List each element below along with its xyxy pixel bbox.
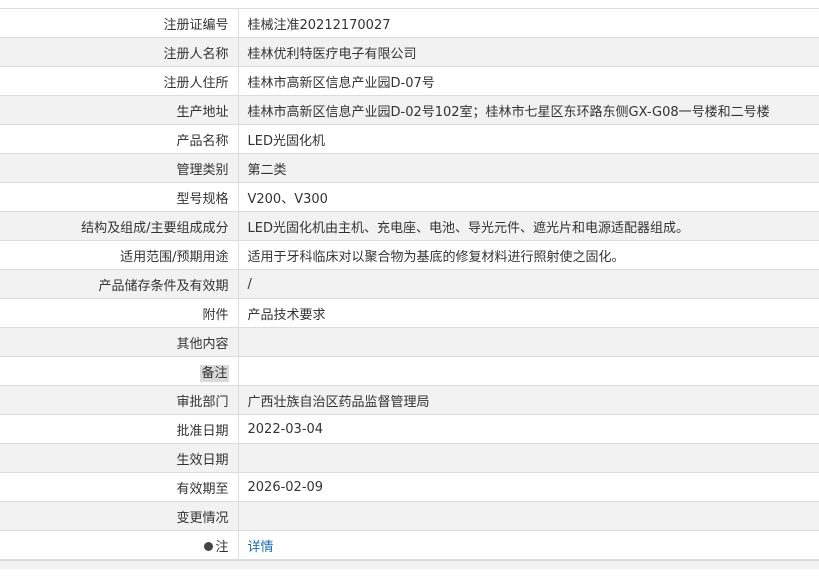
row-value: LED光固化机 (238, 124, 819, 154)
table-row: 适用范围/预期用途 适用于牙科临床对以聚合物为基底的修复材料进行照射使之固化。 (0, 240, 819, 270)
remark-label-highlight: 备注 (200, 364, 229, 382)
row-label: 注册人住所 (0, 66, 239, 96)
row-label: 批准日期 (0, 414, 239, 444)
table-row: 备注 (0, 356, 819, 386)
table-row: 变更情况 (0, 501, 819, 531)
row-value: 产品技术要求 (238, 298, 819, 328)
table-row: 审批部门 广西壮族自治区药品监督管理局 (0, 385, 819, 415)
row-label: 管理类别 (0, 153, 239, 183)
table-row: 产品名称 LED光固化机 (0, 124, 819, 154)
lightbulb-icon (204, 541, 214, 551)
table-row: 结构及组成/主要组成成分 LED光固化机由主机、充电座、电池、导光元件、遮光片和… (0, 211, 819, 241)
row-value: 适用于牙科临床对以聚合物为基底的修复材料进行照射使之固化。 (238, 240, 819, 270)
table-row: 注册人住所 桂林市高新区信息产业园D-07号 (0, 66, 819, 96)
row-label: 变更情况 (0, 501, 239, 531)
table-top-border (0, 0, 819, 9)
table-row: 批准日期 2022-03-04 (0, 414, 819, 444)
note-label-cell: 注 (0, 530, 239, 560)
row-value (238, 501, 819, 531)
table-row: 型号规格 V200、V300 (0, 182, 819, 212)
row-value: 桂林市高新区信息产业园D-02号102室；桂林市七星区东环路东侧GX-G08一号… (238, 95, 819, 125)
registration-detail-table: 注册证编号 桂械注准20212170027 注册人名称 桂林优利特医疗电子有限公… (0, 9, 819, 560)
row-value: 第二类 (238, 153, 819, 183)
row-label: 备注 (0, 356, 239, 386)
row-label: 生效日期 (0, 443, 239, 473)
table-row: 注册人名称 桂林优利特医疗电子有限公司 (0, 37, 819, 67)
row-value: V200、V300 (238, 182, 819, 212)
row-value: LED光固化机由主机、充电座、电池、导光元件、遮光片和电源适配器组成。 (238, 211, 819, 241)
row-label: 结构及组成/主要组成成分 (0, 211, 239, 241)
table-row: 生产地址 桂林市高新区信息产业园D-02号102室；桂林市七星区东环路东侧GX-… (0, 95, 819, 125)
table-row: 注册证编号 桂械注准20212170027 (0, 9, 819, 38)
row-value: / (238, 269, 819, 299)
table-row: 生效日期 (0, 443, 819, 473)
row-value: 2026-02-09 (238, 472, 819, 502)
row-label: 其他内容 (0, 327, 239, 357)
row-value (238, 327, 819, 357)
row-label: 注册人名称 (0, 37, 239, 67)
row-label: 产品储存条件及有效期 (0, 269, 239, 299)
row-label: 适用范围/预期用途 (0, 240, 239, 270)
note-value-cell: 详情 (238, 530, 819, 560)
table-bottom-shade (0, 560, 819, 569)
row-label: 注册证编号 (0, 9, 239, 38)
row-label: 附件 (0, 298, 239, 328)
table-row: 其他内容 (0, 327, 819, 357)
row-label: 型号规格 (0, 182, 239, 212)
note-row: 注 详情 (0, 530, 819, 560)
row-value (238, 356, 819, 386)
row-value: 广西壮族自治区药品监督管理局 (238, 385, 819, 415)
row-label: 生产地址 (0, 95, 239, 125)
row-label: 审批部门 (0, 385, 239, 415)
table-row: 有效期至 2026-02-09 (0, 472, 819, 502)
row-value: 2022-03-04 (238, 414, 819, 444)
row-value: 桂械注准20212170027 (238, 9, 819, 38)
row-value (238, 443, 819, 473)
row-value: 桂林市高新区信息产业园D-07号 (238, 66, 819, 96)
table-row: 管理类别 第二类 (0, 153, 819, 183)
table-row: 产品储存条件及有效期 / (0, 269, 819, 299)
row-label: 有效期至 (0, 472, 239, 502)
row-label: 产品名称 (0, 124, 239, 154)
details-link[interactable]: 详情 (248, 540, 274, 555)
table-row: 附件 产品技术要求 (0, 298, 819, 328)
row-value: 桂林优利特医疗电子有限公司 (238, 37, 819, 67)
note-label: 注 (215, 539, 229, 555)
